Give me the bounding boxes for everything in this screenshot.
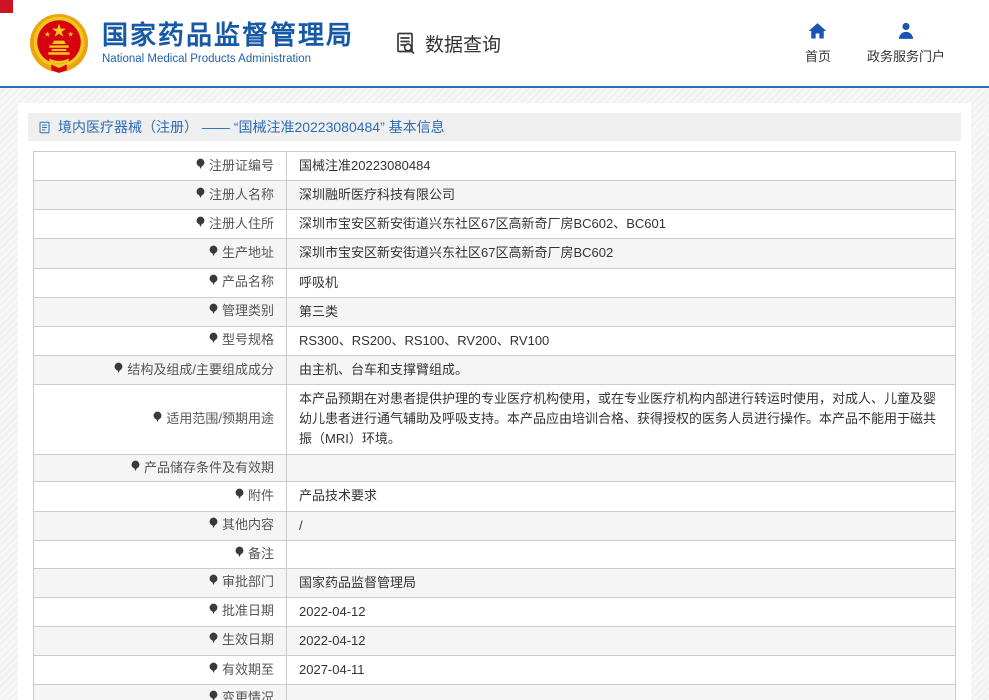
note-icon [208,689,219,700]
page-title-bar: 境内医疗器械（注册） —— “国械注准20223080484” 基本信息 [28,113,961,141]
table-row: 批准日期 2022-04-12 [34,597,956,626]
data-query-section[interactable]: 数据查询 [394,30,501,57]
row-value: 国械注准20223080484 [299,158,431,173]
table-row: 注册人名称 深圳融昕医疗科技有限公司 [34,181,956,210]
row-label: 审批部门 [222,573,274,592]
row-label: 生产地址 [222,244,274,263]
note-icon [208,516,219,535]
site-logo[interactable]: 国家药品监督管理局 National Medical Products Admi… [28,12,354,74]
nav-gov-portal-label: 政务服务门户 [867,46,945,65]
note-icon [234,487,245,506]
site-subtitle: National Medical Products Administration [102,53,354,65]
table-row: 注册人住所 深圳市宝安区新安街道兴东社区67区高新奇厂房BC602、BC601 [34,210,956,239]
user-icon [896,21,916,41]
document-icon [38,120,51,135]
data-query-icon [394,31,418,55]
red-corner-mark [0,0,13,13]
nav-home-label: 首页 [805,46,831,65]
note-icon [195,157,206,176]
note-icon [234,545,245,564]
table-row: 附件 产品技术要求 [34,482,956,511]
note-icon [208,244,219,263]
logo-text: 国家药品监督管理局 National Medical Products Admi… [102,21,354,66]
row-value: 2022-04-12 [299,633,366,648]
note-icon [208,602,219,621]
note-icon [208,573,219,592]
note-icon [208,631,219,650]
row-value: RS300、RS200、RS100、RV200、RV100 [299,333,549,348]
page-body: 境内医疗器械（注册） —— “国械注准20223080484” 基本信息 注册证… [0,88,989,700]
content-box: 境内医疗器械（注册） —— “国械注准20223080484” 基本信息 注册证… [18,103,971,700]
row-value: 第三类 [299,304,338,319]
row-label: 结构及组成/主要组成成分 [127,361,274,380]
table-row: 产品储存条件及有效期 [34,454,956,482]
page-title: 境内医疗器械（注册） —— “国械注准20223080484” 基本信息 [58,117,445,137]
row-label: 注册证编号 [209,157,274,176]
note-icon [130,459,141,478]
row-label: 适用范围/预期用途 [166,410,274,429]
table-row: 管理类别 第三类 [34,297,956,326]
row-label: 管理类别 [222,302,274,321]
site-title: 国家药品监督管理局 [102,21,354,50]
nav-gov-portal[interactable]: 政务服务门户 [867,21,945,65]
row-label: 生效日期 [222,631,274,650]
row-value: 2022-04-12 [299,604,366,619]
table-row: 变更情况 [34,685,956,700]
note-icon [195,215,206,234]
note-icon [113,361,124,380]
row-value: 深圳市宝安区新安街道兴东社区67区高新奇厂房BC602 [299,245,613,260]
nav-home[interactable]: 首页 [805,21,831,65]
row-label: 批准日期 [222,602,274,621]
info-table-body: 注册证编号 国械注准20223080484 注册人名称 深圳融昕医疗科技有限公司 [34,152,956,700]
note-icon [208,273,219,292]
row-value: 国家药品监督管理局 [299,575,416,590]
row-value: 由主机、台车和支撑臂组成。 [299,362,468,377]
row-label: 备注 [248,545,274,564]
national-emblem-icon [28,12,90,74]
row-label: 有效期至 [222,661,274,680]
note-icon [195,186,206,205]
row-value: 本产品预期在对患者提供护理的专业医疗机构使用，或在专业医疗机构内部进行转运时使用… [299,391,936,446]
note-icon [208,661,219,680]
table-row: 其他内容 / [34,511,956,540]
row-label: 注册人名称 [209,186,274,205]
home-icon [807,21,828,41]
table-row: 注册证编号 国械注准20223080484 [34,152,956,181]
row-value: 深圳市宝安区新安街道兴东社区67区高新奇厂房BC602、BC601 [299,216,666,231]
table-row: 型号规格 RS300、RS200、RS100、RV200、RV100 [34,326,956,355]
row-value: / [299,518,303,533]
header-nav: 首页 政务服务门户 [805,21,945,65]
table-row: 产品名称 呼吸机 [34,268,956,297]
registration-info-table: 注册证编号 国械注准20223080484 注册人名称 深圳融昕医疗科技有限公司 [33,151,956,700]
site-header: 国家药品监督管理局 National Medical Products Admi… [0,0,989,88]
row-label: 附件 [248,487,274,506]
row-value: 深圳融昕医疗科技有限公司 [299,187,455,202]
row-label: 产品名称 [222,273,274,292]
table-row: 生产地址 深圳市宝安区新安街道兴东社区67区高新奇厂房BC602 [34,239,956,268]
row-value: 呼吸机 [299,275,338,290]
row-label: 型号规格 [222,331,274,350]
row-value: 2027-04-11 [299,662,365,677]
note-icon [208,331,219,350]
row-label: 注册人住所 [209,215,274,234]
table-row: 备注 [34,540,956,568]
row-label: 产品储存条件及有效期 [144,459,274,478]
data-query-label: 数据查询 [425,30,501,57]
note-icon [152,410,163,429]
note-icon [208,302,219,321]
table-row: 适用范围/预期用途 本产品预期在对患者提供护理的专业医疗机构使用，或在专业医疗机… [34,385,956,454]
table-row: 结构及组成/主要组成成分 由主机、台车和支撑臂组成。 [34,355,956,384]
row-label: 变更情况 [222,689,274,700]
table-row: 有效期至 2027-04-11 [34,655,956,684]
row-label: 其他内容 [222,516,274,535]
table-row: 生效日期 2022-04-12 [34,626,956,655]
table-row: 审批部门 国家药品监督管理局 [34,568,956,597]
row-value: 产品技术要求 [299,488,377,503]
